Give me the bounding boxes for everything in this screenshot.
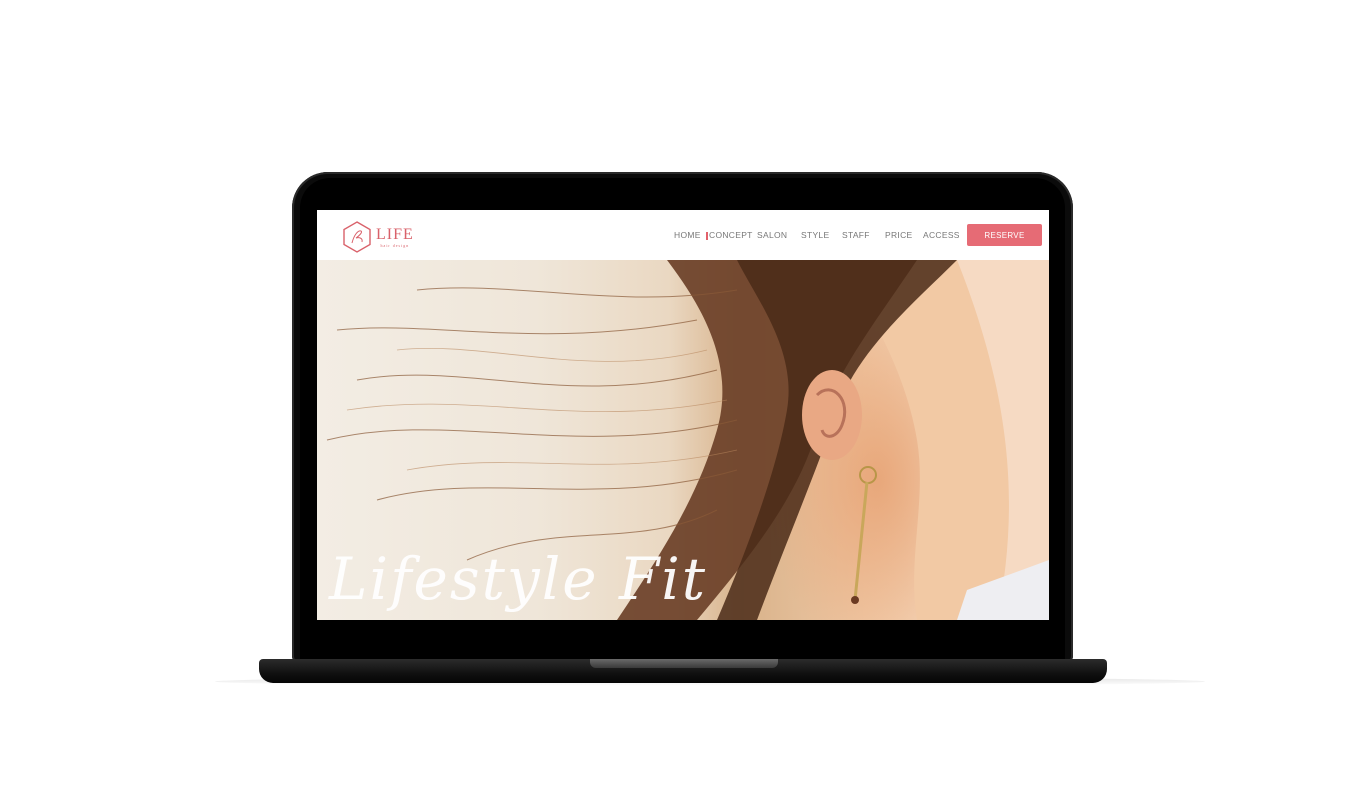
nav-item-staff[interactable]: STAFF [842, 230, 870, 240]
nav-item-concept[interactable]: CONCEPT [709, 230, 753, 240]
nav-item-access[interactable]: ACCESS [923, 230, 960, 240]
reserve-button[interactable]: RESERVE [967, 224, 1042, 246]
site-header: LIFE hair design HOME CONCEPT SALON STYL… [317, 210, 1049, 260]
nav-item-salon[interactable]: SALON [757, 230, 787, 240]
laptop-screen: LIFE hair design HOME CONCEPT SALON STYL… [317, 210, 1049, 620]
main-nav: HOME CONCEPT SALON STYLE STAFF PRICE ACC… [317, 210, 1049, 260]
nav-item-style[interactable]: STYLE [801, 230, 829, 240]
nav-active-indicator [706, 232, 708, 240]
hero-image: Lifestyle Fit [317, 260, 1049, 620]
hero-script-text: Lifestyle Fit [329, 545, 708, 613]
nav-item-price[interactable]: PRICE [885, 230, 912, 240]
laptop-hinge-notch [590, 659, 778, 668]
nav-item-home[interactable]: HOME [674, 230, 701, 240]
